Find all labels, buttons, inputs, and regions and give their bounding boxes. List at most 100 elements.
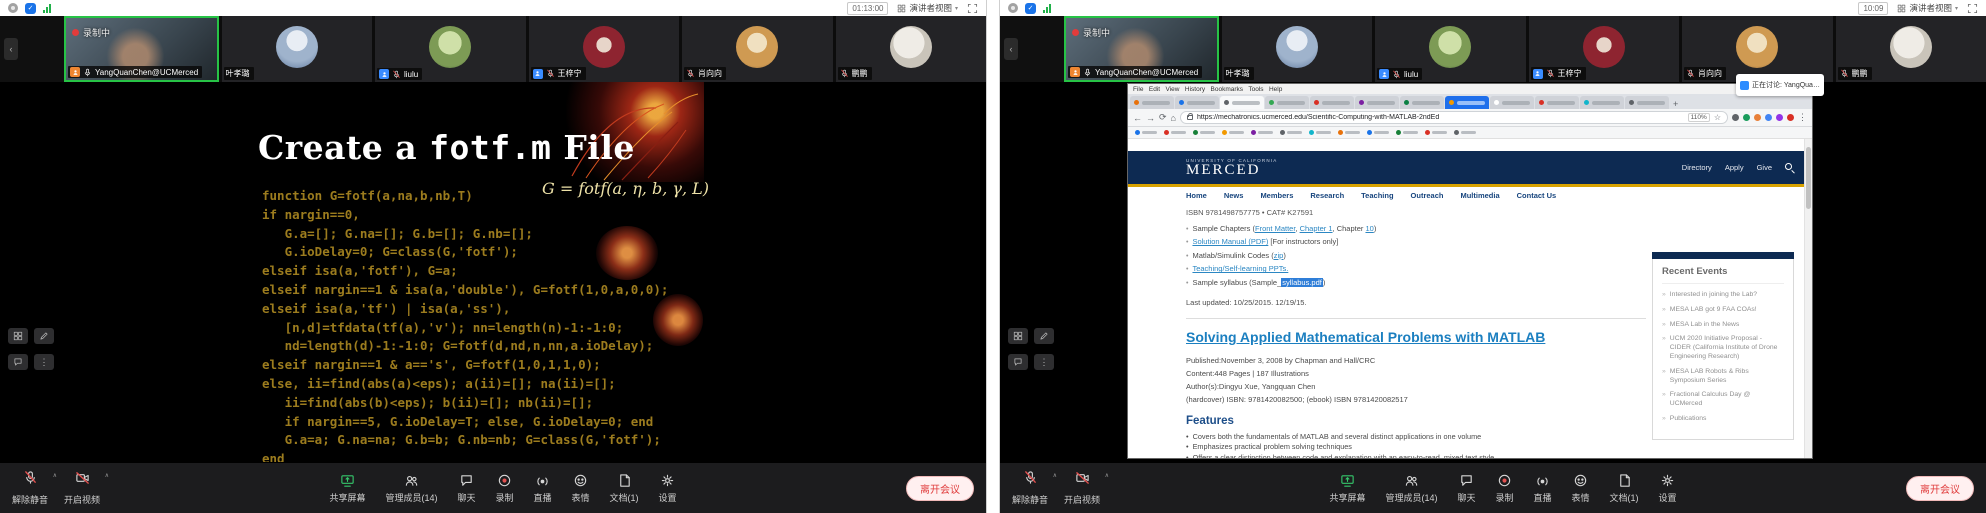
nav-link-teaching[interactable]: Teaching [1361, 191, 1393, 200]
nav-link-contact[interactable]: Contact Us [1517, 191, 1557, 200]
refresh-icon[interactable]: ⟳ [1159, 112, 1167, 123]
view-mode-button[interactable]: 演讲者视图 ▾ [897, 2, 958, 14]
bookmark-item[interactable] [1309, 130, 1331, 135]
sidebar-item[interactable]: »UCM 2020 Initiative Proposal - CIDER (C… [1662, 335, 1784, 361]
zoom-level[interactable]: 110% [1688, 113, 1710, 122]
bookmark-item[interactable] [1251, 130, 1273, 135]
browser-menubar[interactable]: File Edit View History Bookmarks Tools H… [1128, 84, 1812, 94]
participant-tile[interactable]: 鹏鹏 [1836, 16, 1986, 82]
caret-up-icon[interactable]: ∧ [53, 472, 57, 479]
browser-tab[interactable] [1175, 96, 1219, 109]
nav-link-give[interactable]: Give [1757, 163, 1772, 172]
collapse-filmstrip-button[interactable]: ‹ [4, 38, 18, 60]
home-icon[interactable]: ⌂ [1171, 113, 1176, 123]
nav-link-directory[interactable]: Directory [1682, 163, 1712, 172]
record-button[interactable]: 录制 [1496, 473, 1514, 504]
more-button[interactable]: ⋮ [34, 354, 54, 370]
share-screen-button[interactable]: 共享屏幕 [1329, 473, 1365, 504]
browser-tab[interactable] [1310, 96, 1354, 109]
book-title-link[interactable]: Solving Applied Mathematical Problems wi… [1186, 329, 1646, 345]
browser-tab-active[interactable] [1220, 96, 1264, 109]
chat-panel-button[interactable] [1008, 354, 1028, 370]
nav-link-outreach[interactable]: Outreach [1411, 191, 1444, 200]
chat-panel-button[interactable] [8, 354, 28, 370]
fullscreen-icon[interactable] [967, 3, 978, 14]
extension-icon[interactable] [1787, 114, 1794, 121]
security-shield-icon[interactable]: ✓ [1025, 3, 1036, 14]
extension-icon[interactable] [1743, 114, 1750, 121]
settings-button[interactable]: 设置 [659, 473, 677, 504]
new-tab-button[interactable]: + [1673, 99, 1678, 109]
participant-tile[interactable]: 王梓宁 [529, 16, 680, 82]
browser-tab[interactable] [1535, 96, 1579, 109]
front-matter-link[interactable]: Front Matter [1255, 224, 1295, 233]
reactions-button[interactable]: 表情 [1572, 473, 1590, 504]
chat-button[interactable]: 聊天 [457, 473, 475, 504]
nav-link-home[interactable]: Home [1186, 191, 1207, 200]
browser-tab[interactable] [1490, 96, 1534, 109]
participant-tile[interactable]: 王梓宁 [1529, 16, 1680, 82]
leave-meeting-button[interactable]: 离开会议 [1906, 476, 1974, 501]
sidebar-item[interactable]: »MESA LAB Robots & Ribs Symposium Series [1662, 368, 1784, 386]
chat-button[interactable]: 聊天 [1457, 473, 1475, 504]
ppts-link[interactable]: Teaching/Self-learning PPTs. [1192, 264, 1288, 273]
sidebar-item[interactable]: »Interested in joining the Lab? [1662, 291, 1784, 300]
browser-tab[interactable] [1265, 96, 1309, 109]
security-shield-icon[interactable]: ✓ [25, 3, 36, 14]
caret-up-icon[interactable]: ∧ [1105, 472, 1109, 479]
search-icon[interactable] [1785, 163, 1792, 170]
fullscreen-icon[interactable] [1967, 3, 1978, 14]
sidebar-item[interactable]: »Fractional Calculus Day @ UCMerced [1662, 391, 1784, 409]
unmute-button[interactable]: 解除静音 ∧ [1012, 470, 1048, 506]
scrollbar-thumb[interactable] [1806, 147, 1811, 209]
annotate-button[interactable] [34, 328, 54, 344]
caret-up-icon[interactable]: ∧ [1053, 472, 1057, 479]
info-icon[interactable] [8, 3, 18, 13]
participant-tile[interactable]: 肖向向 [682, 16, 833, 82]
bookmark-item[interactable] [1425, 130, 1447, 135]
layout-grid-button[interactable] [8, 328, 28, 344]
bookmark-item[interactable] [1135, 130, 1157, 135]
bookmark-item[interactable] [1367, 130, 1389, 135]
browser-tab[interactable] [1355, 96, 1399, 109]
discussion-overlay[interactable]: 正在讨论: YangQuanChen… [1736, 74, 1824, 96]
nav-link-apply[interactable]: Apply [1725, 163, 1744, 172]
chapter1-link[interactable]: Chapter 1 [1300, 224, 1333, 233]
collapse-filmstrip-button[interactable]: ‹ [1004, 38, 1018, 60]
manage-members-button[interactable]: 管理成员(14) [1385, 473, 1437, 504]
layout-grid-button[interactable] [1008, 328, 1028, 344]
extension-icon[interactable] [1754, 114, 1761, 121]
extension-icon[interactable] [1765, 114, 1772, 121]
manage-members-button[interactable]: 管理成员(14) [385, 473, 437, 504]
reactions-button[interactable]: 表情 [572, 473, 590, 504]
browser-tab[interactable] [1580, 96, 1624, 109]
sidebar-item[interactable]: »MESA LAB got 9 FAA COAs! [1662, 306, 1784, 315]
bookmark-item[interactable] [1338, 130, 1360, 135]
participant-tile[interactable]: 肖向向 [1682, 16, 1833, 82]
view-mode-button[interactable]: 演讲者视图 ▾ [1897, 2, 1958, 14]
extension-icon[interactable] [1776, 114, 1783, 121]
nav-link-research[interactable]: Research [1310, 191, 1344, 200]
extension-icon[interactable] [1732, 114, 1739, 121]
participant-tile[interactable]: 叶孝璐 [222, 16, 373, 82]
browser-tab[interactable] [1400, 96, 1444, 109]
back-icon[interactable]: ← [1133, 113, 1142, 123]
start-video-button[interactable]: 开启视频 ∧ [1064, 470, 1100, 506]
participant-tile[interactable]: 叶孝璐 [1222, 16, 1373, 82]
nav-link-multimedia[interactable]: Multimedia [1460, 191, 1499, 200]
docs-button[interactable]: 文档(1) [1610, 473, 1639, 504]
forward-icon[interactable]: → [1146, 113, 1155, 123]
record-button[interactable]: 录制 [496, 473, 514, 504]
browser-tab[interactable] [1625, 96, 1669, 109]
live-stream-button[interactable]: 直播 [534, 473, 552, 504]
bookmark-item[interactable] [1222, 130, 1244, 135]
menu-items[interactable]: File Edit View History Bookmarks Tools H… [1133, 86, 1282, 93]
overflow-menu-icon[interactable]: ⋮ [1798, 112, 1807, 123]
leave-meeting-button[interactable]: 离开会议 [906, 476, 974, 501]
address-bar[interactable]: https://mechatronics.ucmerced.edu/Scient… [1180, 111, 1728, 124]
bookmark-item[interactable] [1193, 130, 1215, 135]
nav-link-members[interactable]: Members [1260, 191, 1293, 200]
info-icon[interactable] [1008, 3, 1018, 13]
browser-tab[interactable] [1130, 96, 1174, 109]
start-video-button[interactable]: 开启视频 ∧ [64, 470, 100, 506]
